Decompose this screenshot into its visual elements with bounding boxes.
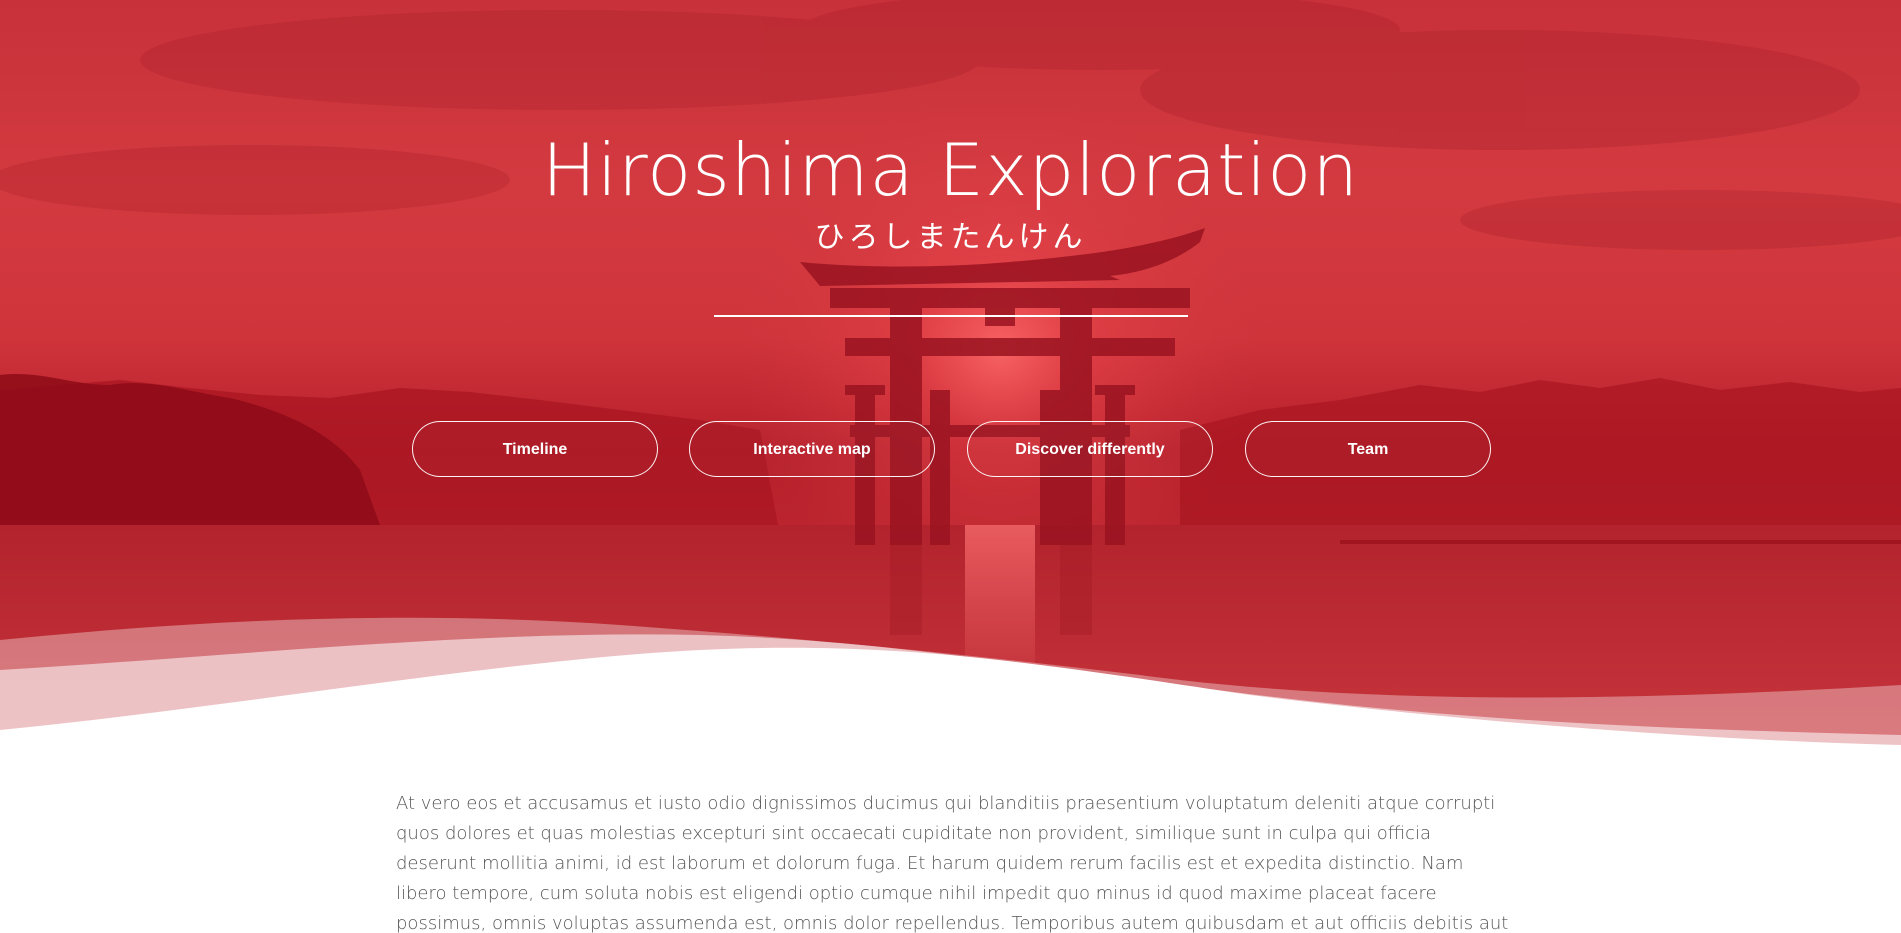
page-subtitle: ひろしまたんけん [814, 220, 1087, 255]
page: Hiroshima Exploration ひろしまたんけん Timeline … [0, 0, 1901, 933]
hero-section: Hiroshima Exploration ひろしまたんけん Timeline … [0, 0, 1901, 750]
team-button[interactable]: Team [1245, 421, 1491, 477]
hero-wave-divider [0, 617, 1901, 750]
discover-differently-button[interactable]: Discover differently [967, 421, 1213, 477]
main-nav: Timeline Interactive map Discover differ… [0, 421, 1901, 479]
intro-text: At vero eos et accusamus et iusto odio d… [396, 793, 1509, 933]
interactive-map-button[interactable]: Interactive map [689, 421, 935, 477]
title-divider [714, 315, 1188, 317]
timeline-button[interactable]: Timeline [412, 421, 658, 477]
page-title: Hiroshima Exploration [541, 128, 1359, 212]
